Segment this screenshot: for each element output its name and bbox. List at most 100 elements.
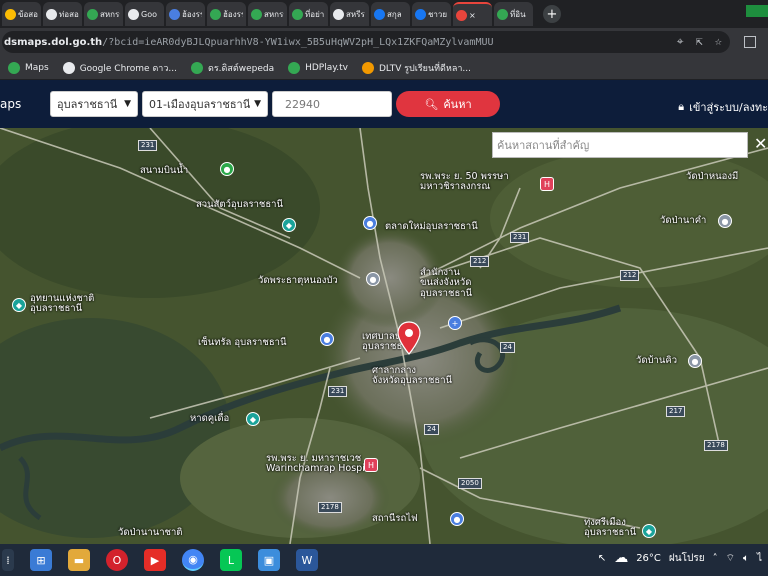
bookmark-label: Maps	[25, 62, 49, 73]
map-label: สวนสัตว์อุบลราชธานี	[196, 199, 283, 210]
location-marker-icon[interactable]	[396, 321, 422, 355]
tab-label: Goo	[141, 9, 157, 19]
browser-tab[interactable]: สหกรร	[248, 2, 287, 26]
close-icon[interactable]: ✕	[754, 134, 767, 153]
bookmark-label: HDPlay.tv	[305, 62, 348, 73]
start-search-icon[interactable]: ⁞	[2, 549, 14, 571]
tab-label: สหกรร	[100, 9, 120, 19]
chevron-down-icon: ▼	[124, 99, 131, 109]
road-shield: 212	[620, 270, 640, 281]
tab-label: ชาวย	[428, 9, 448, 19]
search-icon: 🔍︎	[424, 97, 439, 111]
map-label: รพ.พระ ย. มหาราชเวช Warinchamrap Hospita…	[266, 453, 378, 475]
province-select[interactable]: อุบลราชธานี ▼	[50, 91, 138, 117]
bookmark-label: DLTV รูปเรียนที่ดีหลา...	[379, 63, 471, 74]
tab-label: สกุล	[387, 9, 402, 19]
search-button-label: ค้นหา	[443, 98, 472, 111]
beach-pin-icon[interactable]: ◆	[246, 412, 260, 426]
district-select[interactable]: 01-เมืองอุบลราชธานี ▼	[142, 91, 268, 117]
map-label: สนามบินน้ำ	[140, 165, 189, 176]
opera-icon[interactable]: O	[106, 549, 128, 571]
road-shield: 212	[470, 256, 490, 267]
wifi-icon[interactable]: ⌔	[726, 552, 735, 565]
browser-tab[interactable]: ฮ้องรร	[207, 2, 246, 26]
browser-tab[interactable]: สหรีร	[330, 2, 369, 26]
browser-tab[interactable]: ฮ้องรร	[166, 2, 205, 26]
park-pin-icon[interactable]: ◆	[12, 298, 26, 312]
zoo-pin-icon[interactable]: ◆	[282, 218, 296, 232]
chevron-up-icon[interactable]: ˄	[713, 553, 718, 564]
tab-list: ข้อสอ ท่อสอ สหกรร Goo ฮ้องรร ฮ้องรร สหกรร ที่อย…	[2, 2, 535, 26]
youtube-icon[interactable]: ▶	[144, 549, 166, 571]
bookmark-item[interactable]: Google Chrome ดาว...	[62, 61, 177, 75]
volume-icon[interactable]: 🔈︎	[743, 553, 749, 564]
login-link[interactable]: 🔒︎ เข้าสู่ระบบ/ลงทะ	[678, 98, 768, 116]
bookmark-icon	[190, 61, 203, 74]
bookmarks-bar: Maps Google Chrome ดาว... ดร.ดิสต์wepeda HD…	[0, 56, 768, 80]
windows-icon[interactable]: ⊞	[30, 549, 52, 571]
mall-pin-icon[interactable]: ●	[320, 332, 334, 346]
globe-icon	[46, 8, 57, 20]
browser-tab[interactable]: ชาวย	[412, 2, 451, 26]
zip-input[interactable]: 22940	[272, 91, 392, 117]
map-label: หาดคูเดื่อ	[190, 413, 230, 424]
share-icon[interactable]: ⇱	[696, 34, 703, 49]
photos-icon[interactable]: ▣	[258, 549, 280, 571]
browser-tab[interactable]: ที่อิน	[494, 2, 533, 26]
temple-pin-icon[interactable]: ●	[718, 214, 732, 228]
temple-pin-icon[interactable]: ●	[366, 272, 380, 286]
url-field[interactable]: dsmaps.dol.go.th /?bcid=ieAR0dyBJLQpuarh…	[2, 31, 730, 53]
bookmark-item[interactable]: Maps	[8, 61, 49, 74]
browser-tab[interactable]: ข้อสอ	[2, 2, 41, 26]
address-bar-row: dsmaps.dol.go.th /?bcid=ieAR0dyBJLQpuarh…	[0, 28, 768, 56]
browser-tab[interactable]: ท่อสอ	[43, 2, 82, 26]
chrome-icon[interactable]: ◉	[182, 549, 204, 571]
browser-tab[interactable]: สกุล	[371, 2, 410, 26]
bookmark-icon	[8, 61, 20, 74]
tab-label: สหรีร	[346, 9, 365, 19]
road-shield: 2178	[318, 502, 342, 513]
window-control[interactable]	[746, 5, 768, 17]
office-pin-icon[interactable]: +	[448, 316, 462, 330]
extension-icon[interactable]	[744, 36, 756, 48]
map-label: วัดป่านานาชาติ	[118, 527, 183, 538]
search-button[interactable]: 🔍︎ ค้นหา	[396, 91, 500, 117]
market-pin-icon[interactable]: ●	[363, 216, 377, 230]
line-icon[interactable]: L	[220, 549, 242, 571]
park-pin-icon[interactable]: ●	[220, 162, 234, 176]
temperature[interactable]: 26°C	[636, 553, 661, 564]
map-label: ศาลากลาง จังหวัดอุบลราชธานี	[372, 365, 453, 387]
temple-pin-icon[interactable]: ●	[688, 354, 702, 368]
location-icon[interactable]: ⌖	[677, 34, 684, 49]
word-icon[interactable]: W	[296, 549, 318, 571]
facebook-icon	[415, 8, 426, 20]
park-pin-icon[interactable]: ◆	[642, 524, 656, 538]
bookmark-item[interactable]: ดร.ดิสต์wepeda	[190, 61, 274, 75]
green-app-icon	[210, 8, 221, 20]
map-pin-icon	[456, 9, 467, 21]
browser-tab[interactable]: สหกรร	[84, 2, 123, 26]
new-tab-button[interactable]: +	[543, 5, 561, 23]
tab-label: ฮ้องรร	[223, 9, 243, 19]
url-host: dsmaps.dol.go.th	[4, 36, 103, 48]
weather-icon[interactable]: ☁	[614, 550, 628, 566]
hospital-pin-icon[interactable]: H	[364, 458, 378, 472]
language-indicator[interactable]: ไ	[757, 551, 762, 566]
chevron-down-icon: ▼	[254, 99, 261, 109]
hospital-pin-icon[interactable]: H	[540, 177, 554, 191]
place-search-input[interactable]: ค้นหาสถานที่สำคัญ	[492, 132, 748, 158]
road-shield: 2178	[704, 440, 728, 451]
browser-tab[interactable]: ที่อย่า	[289, 2, 328, 26]
star-icon[interactable]: ☆	[715, 34, 722, 49]
bookmark-item[interactable]: DLTV รูปเรียนที่ดีหลา...	[362, 61, 471, 75]
file-explorer-icon[interactable]: ▬	[68, 549, 90, 571]
map-label: วัดบ้านคิว	[636, 355, 678, 366]
weather-text[interactable]: ฝนโปรย	[669, 551, 705, 566]
station-pin-icon[interactable]: ●	[450, 512, 464, 526]
bookmark-item[interactable]: HDPlay.tv	[288, 61, 348, 74]
map-label: วัดป่านาคำ	[660, 215, 707, 226]
tab-label: ที่อิน	[510, 9, 526, 19]
browser-tab[interactable]: ×	[453, 2, 492, 26]
browser-tab[interactable]: Goo	[125, 2, 164, 26]
app-brand: aps	[0, 97, 22, 111]
